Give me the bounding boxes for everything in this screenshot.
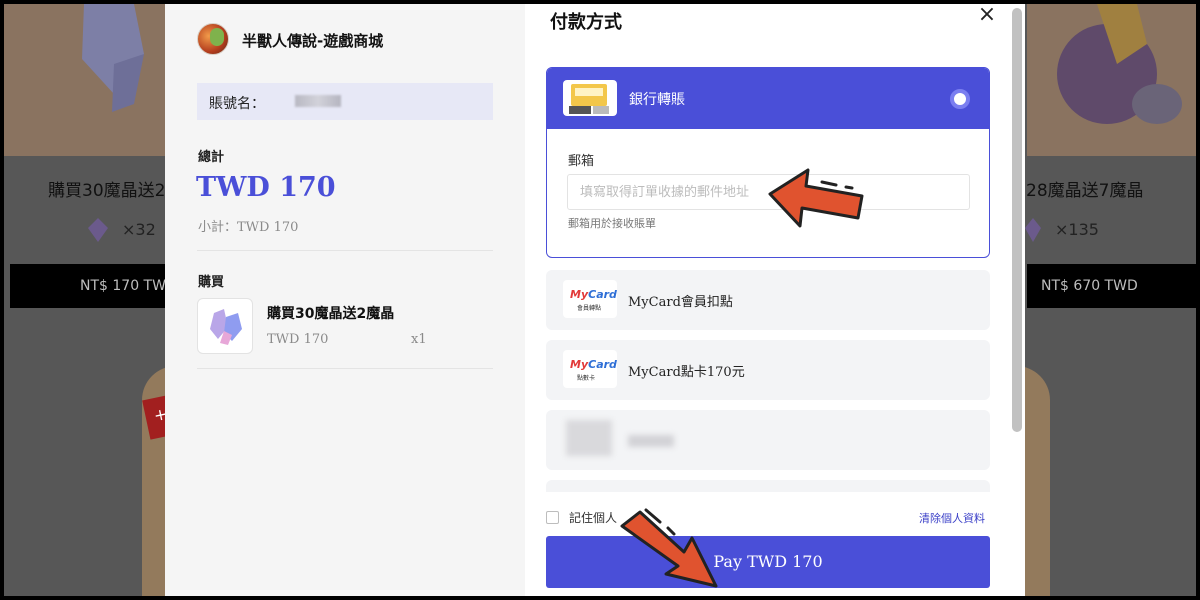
- mycard-logo-card: Card: [588, 358, 617, 371]
- payment-method-label: MyCard點卡170元: [628, 365, 745, 380]
- blurred-method-label: [628, 435, 674, 447]
- account-name-redacted: [295, 95, 341, 107]
- email-input[interactable]: [567, 174, 970, 210]
- scrollbar-thumb[interactable]: [1012, 8, 1022, 432]
- bg-product-count-left: ×32: [122, 220, 156, 239]
- account-label: 賬號名：: [209, 96, 265, 112]
- crystal-icon: [210, 309, 242, 345]
- gift-bag-icon: [1057, 4, 1182, 124]
- payment-method-redacted[interactable]: [546, 410, 990, 470]
- crystal-icon: [88, 218, 108, 242]
- close-button[interactable]: ×: [976, 4, 998, 26]
- bank-transfer-icon: [563, 80, 617, 116]
- item-thumbnail: [197, 298, 253, 354]
- shop-name: 半獸人傳說-遊戲商城: [242, 32, 384, 50]
- email-label: 郵箱: [568, 154, 595, 169]
- mycard-logo-card: Card: [588, 288, 617, 301]
- purchase-label: 購買: [198, 275, 225, 290]
- total-label: 總計: [198, 150, 225, 165]
- remember-checkbox[interactable]: [546, 511, 559, 524]
- mycard-card-icon: MyCard 點數卡: [563, 350, 617, 388]
- email-hint: 郵箱用於接收賬單: [568, 217, 656, 230]
- account-box: 賬號名：: [197, 83, 493, 120]
- item-price: TWD 170: [267, 332, 329, 347]
- bg-price-button-left[interactable]: NT$ 170 TWD: [10, 264, 169, 308]
- payment-method-mycard-member[interactable]: MyCard 會員轉點 MyCard會員扣點: [546, 270, 990, 330]
- order-summary-panel: 半獸人傳說-遊戲商城 賬號名： 總計 TWD 170 小計：TWD 170 購買…: [165, 4, 525, 596]
- crystal-icon: [1025, 218, 1041, 242]
- mycard-logo-my: My: [570, 288, 589, 301]
- bg-product-title-left: 購買30魔晶送2: [48, 181, 166, 201]
- bank-transfer-header[interactable]: 銀行轉賬: [547, 68, 989, 129]
- bg-product-title-right: 28魔晶送7魔晶: [1026, 181, 1144, 201]
- payment-method-partial[interactable]: [546, 480, 990, 492]
- bg-product-count-right: ×135: [1055, 220, 1099, 239]
- payment-title: 付款方式: [550, 12, 622, 33]
- bank-transfer-radio[interactable]: [950, 89, 970, 109]
- mycard-logo-sub: 會員轉點: [577, 305, 602, 312]
- clear-personal-data-link[interactable]: 清除個人資料: [919, 510, 985, 526]
- pay-button[interactable]: Pay TWD 170: [546, 536, 990, 588]
- shop-logo-character: [210, 28, 224, 46]
- bg-price-button-right[interactable]: NT$ 670 TWD: [1027, 264, 1196, 308]
- payment-method-label: MyCard會員扣點: [628, 295, 733, 310]
- bg-banner-left: [4, 4, 169, 156]
- crystal-icon: [82, 4, 144, 112]
- page-frame: 購買30魔晶送2 ×32 NT$ 170 TWD 28魔晶送7魔晶 ×135 N…: [4, 4, 1196, 596]
- mycard-member-icon: MyCard 會員轉點: [563, 280, 617, 318]
- divider: [197, 368, 493, 369]
- payment-panel: 付款方式 × 銀行轉賬 郵箱 填寫取得訂單收據的郵件地址 郵箱用於接收賬單 My…: [525, 4, 1025, 596]
- divider: [197, 250, 493, 251]
- payment-method-mycard-card[interactable]: MyCard 點數卡 MyCard點卡170元: [546, 340, 990, 400]
- mycard-logo-my: My: [570, 358, 589, 371]
- bank-transfer-label: 銀行轉賬: [629, 92, 685, 108]
- item-name: 購買30魔晶送2魔晶: [267, 306, 395, 322]
- remember-label: 記住個人: [569, 511, 618, 525]
- mycard-logo-sub: 點數卡: [577, 375, 596, 382]
- bg-banner-right: [1027, 4, 1196, 156]
- total-amount: TWD 170: [196, 172, 336, 203]
- blurred-method-icon: [566, 420, 612, 456]
- checkout-modal: 半獸人傳說-遊戲商城 賬號名： 總計 TWD 170 小計：TWD 170 購買…: [165, 4, 1025, 596]
- bank-transfer-option[interactable]: 銀行轉賬 郵箱 郵箱用於接收賬單: [546, 67, 990, 258]
- subtotal: 小計：TWD 170: [198, 220, 299, 235]
- item-quantity: x1: [411, 332, 427, 347]
